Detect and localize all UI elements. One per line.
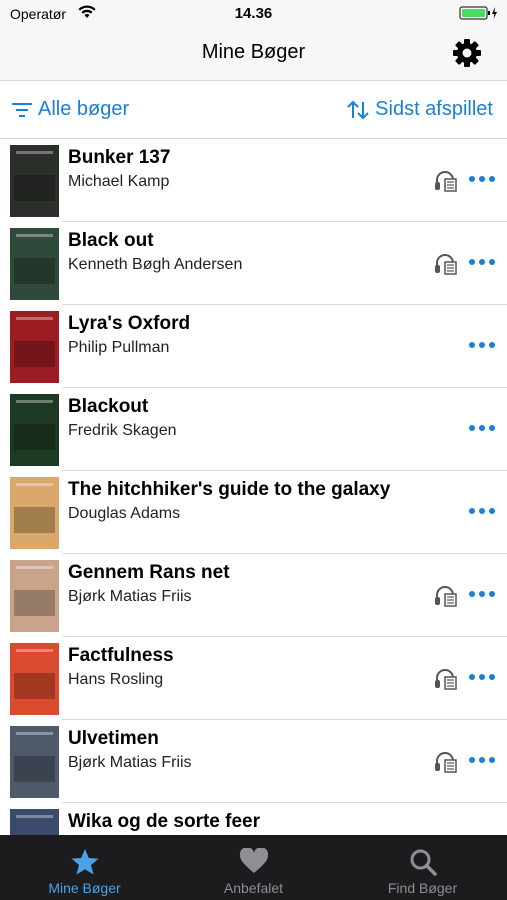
more-options-icon[interactable] [469,259,495,265]
book-row[interactable]: Bunker 137 Michael Kamp [0,139,507,222]
sort-button[interactable]: Sidst afspillet [347,98,493,121]
book-cover [10,477,59,549]
book-author: Philip Pullman [68,339,170,356]
status-bar: Operatør 14.36 [0,0,507,28]
book-cover [10,560,59,632]
more-options-icon[interactable] [469,674,495,680]
book-cover [10,726,59,798]
book-cover [10,643,59,715]
book-title: Gennem Rans net [68,562,230,583]
book-cover [10,145,59,217]
navigation-bar: Mine Bøger [0,28,507,81]
book-title: Wika og de sorte feer [68,811,260,832]
book-title: Blackout [68,396,149,417]
book-row[interactable]: Black out Kenneth Bøgh Andersen [0,222,507,305]
book-author: Hans Rosling [68,671,164,688]
book-row[interactable]: Blackout Fredrik Skagen [0,388,507,471]
more-options-icon[interactable] [469,508,495,514]
tab-label: Find Bøger [387,880,458,896]
book-author: Bjørk Matias Friis [68,754,192,771]
book-cover [10,311,59,383]
sort-icon [347,100,369,119]
more-options-icon[interactable] [469,176,495,182]
filter-icon [12,102,32,117]
book-author: Fredrik Skagen [68,422,177,439]
tab-bar: Mine Bøger Anbefalet Find Bøger [0,835,507,900]
book-row[interactable]: Wika og de sorte feer [0,803,507,835]
book-title: Black out [68,230,154,251]
filter-bar: Alle bøger Sidst afspillet [0,81,507,139]
more-options-icon[interactable] [469,757,495,763]
book-cover [10,394,59,466]
book-author: Michael Kamp [68,173,170,190]
sort-label: Sidst afspillet [375,98,493,120]
book-title: Bunker 137 [68,147,171,168]
book-title: Lyra's Oxford [68,313,191,334]
filter-button[interactable]: Alle bøger [12,98,129,121]
tab-find-bøger[interactable]: Find Bøger [338,835,507,900]
tab-label: Anbefalet [223,880,284,896]
book-title: Factfulness [68,645,174,666]
book-title: Ulvetimen [68,728,159,749]
clock: 14.36 [234,5,273,22]
audiobook-icon [434,751,458,778]
book-title: The hitchhiker's guide to the galaxy [68,479,391,500]
book-row[interactable]: Ulvetimen Bjørk Matias Friis [0,720,507,803]
audiobook-icon [434,170,458,197]
book-author: Kenneth Bøgh Andersen [68,256,243,273]
battery-icon [459,6,499,25]
book-row[interactable]: Gennem Rans net Bjørk Matias Friis [0,554,507,637]
book-cover [10,228,59,300]
audiobook-icon [434,253,458,280]
book-list: Bunker 137 Michael Kamp Black out Kenneth … [0,139,507,835]
book-row[interactable]: The hitchhiker's guide to the galaxy Doug… [0,471,507,554]
more-options-icon[interactable] [469,342,495,348]
page-title: Mine Bøger [201,41,306,63]
more-options-icon[interactable] [469,425,495,431]
book-author: Bjørk Matias Friis [68,588,192,605]
book-row[interactable]: Lyra's Oxford Philip Pullman [0,305,507,388]
book-author: Douglas Adams [68,505,181,522]
tab-anbefalet[interactable]: Anbefalet [169,835,338,900]
book-row[interactable]: Factfulness Hans Rosling [0,637,507,720]
gear-icon[interactable] [451,37,483,74]
audiobook-icon [434,668,458,695]
more-options-icon[interactable] [469,591,495,597]
book-cover [10,809,59,835]
tab-label: Mine Bøger [48,880,121,896]
filter-label: Alle bøger [38,98,130,120]
tab-mine-bøger[interactable]: Mine Bøger [0,835,169,900]
audiobook-icon [434,585,458,612]
